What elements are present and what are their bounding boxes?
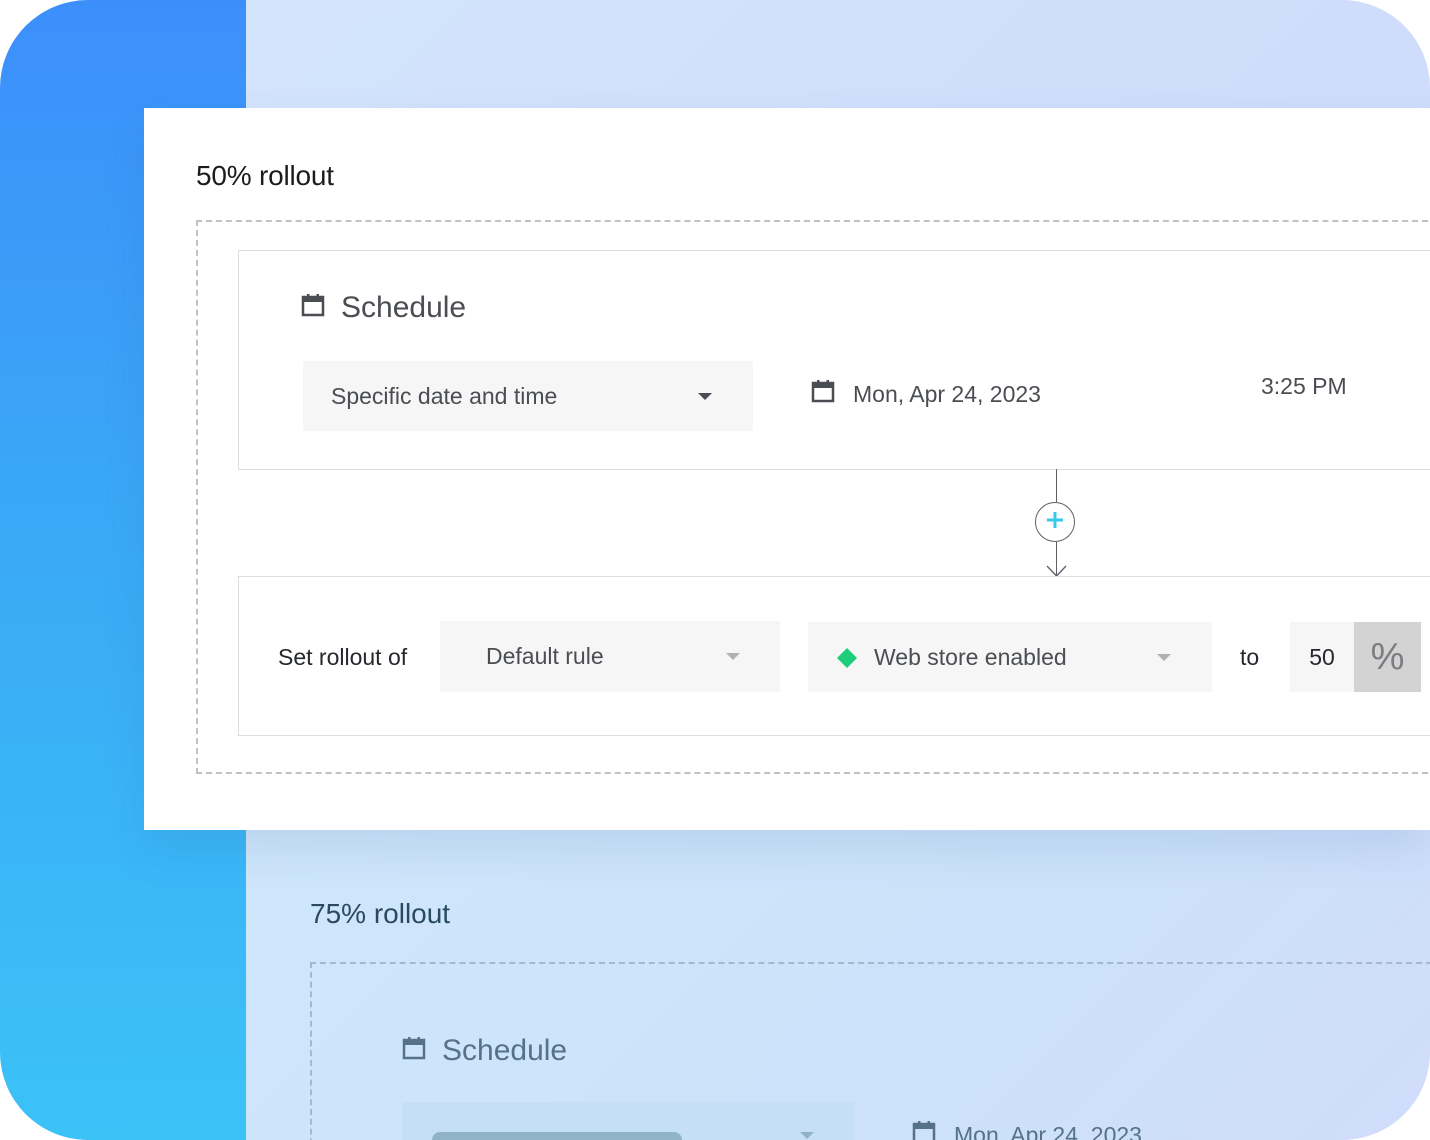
- schedule-heading: Schedule: [301, 291, 466, 325]
- calendar-icon: [402, 1034, 426, 1068]
- rollout-75-date-picker[interactable]: Mon, Apr 24, 2023: [912, 1120, 1142, 1140]
- calendar-icon: [912, 1120, 936, 1140]
- chevron-down-icon: [800, 1132, 814, 1139]
- chevron-down-icon: [698, 393, 712, 400]
- select-value: Web store enabled: [874, 643, 1067, 670]
- date-value: Mon, Apr 24, 2023: [954, 1121, 1142, 1140]
- calendar-icon: [301, 291, 325, 325]
- percentage-input[interactable]: 50: [1290, 622, 1354, 692]
- calendar-icon: [811, 379, 835, 409]
- schedule-label: Schedule: [442, 1034, 568, 1067]
- rule-select[interactable]: Default rule: [440, 621, 780, 692]
- app-frame: 75% rollout Schedule Mon, Apr 24, 2023 5…: [0, 0, 1430, 1140]
- connector-line-top: [1056, 469, 1057, 502]
- rollout-75-schedule-type-select[interactable]: [402, 1102, 854, 1140]
- to-label: to: [1240, 644, 1260, 670]
- percent-unit-button[interactable]: %: [1354, 622, 1421, 692]
- schedule-label: Schedule: [341, 291, 467, 324]
- add-step-button[interactable]: [1035, 502, 1075, 542]
- rollout-75-title: 75% rollout: [310, 898, 451, 929]
- chevron-down-icon: [726, 653, 740, 660]
- select-value: Specific date and time: [331, 382, 558, 409]
- date-value: Mon, Apr 24, 2023: [853, 380, 1041, 407]
- select-placeholder-bar: [432, 1132, 682, 1140]
- select-value: Default rule: [486, 643, 604, 669]
- rollout-50-card: 50% rollout Schedule Specific date and t…: [144, 108, 1430, 830]
- rollout-50-title: 50% rollout: [196, 160, 334, 191]
- plus-icon: [1046, 511, 1064, 534]
- schedule-type-select[interactable]: Specific date and time: [303, 361, 753, 431]
- diamond-icon: [837, 647, 857, 674]
- date-picker[interactable]: Mon, Apr 24, 2023: [811, 379, 1041, 409]
- rollout-75-schedule-heading: Schedule: [402, 1034, 567, 1068]
- chevron-down-icon: [1157, 654, 1171, 661]
- rollout-prefix-label: Set rollout of: [278, 644, 408, 670]
- variation-select[interactable]: Web store enabled: [808, 622, 1212, 692]
- schedule-panel: Schedule Specific date and time Mon, Apr…: [238, 250, 1430, 470]
- time-picker[interactable]: 3:25 PM: [1261, 373, 1347, 400]
